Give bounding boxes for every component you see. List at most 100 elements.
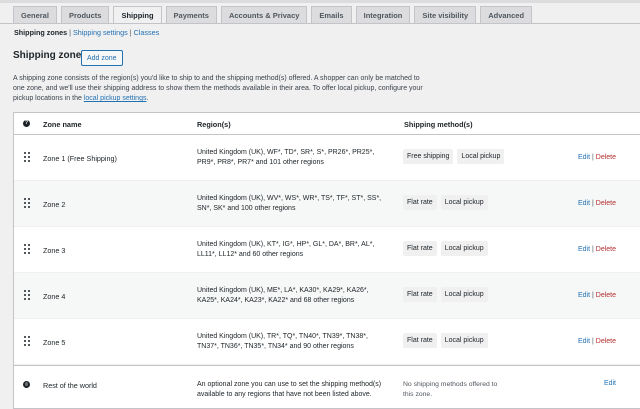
shipping-zones-description: A shipping zone consists of the region(s… <box>13 74 423 104</box>
no-methods-line: No shipping methods offered to <box>403 381 498 388</box>
edit-link[interactable]: Edit <box>578 154 590 161</box>
tab-advanced[interactable]: Advanced <box>480 6 533 23</box>
table-row: Zone 3 United Kingdom (UK), KT*, IG*, HP… <box>14 227 640 273</box>
settings-tabs: General Products Shipping Payments Accou… <box>13 6 536 24</box>
zone-methods: Free shipping Local pickup <box>403 149 505 164</box>
subnav-separator: | <box>129 28 132 37</box>
description-text: A shipping zone consists of the region(s… <box>13 75 423 102</box>
tab-general[interactable]: General <box>13 6 57 23</box>
drag-handle-icon[interactable] <box>24 336 30 346</box>
zone-name: Zone 3 <box>43 246 66 255</box>
zone-regions: United Kingdom (UK), KT*, IG*, HP*, GL*,… <box>197 240 387 260</box>
method-chip: Local pickup <box>440 241 488 256</box>
row-actions: Edit | Delete <box>578 200 616 207</box>
zone-regions: United Kingdom (UK), WV*, WS*, WR*, TS*,… <box>197 194 387 214</box>
method-chip: Free shipping <box>403 149 454 164</box>
actions-separator: | <box>591 292 594 299</box>
tab-payments[interactable]: Payments <box>165 6 217 23</box>
no-methods-line: this zone. <box>403 391 433 398</box>
method-chip: Local pickup <box>440 195 488 210</box>
zone-methods: Flat rate Local pickup <box>403 195 488 210</box>
table-row-rest-of-world: Rest of the world An optional zone you c… <box>14 365 640 409</box>
zone-methods: Flat rate Local pickup <box>403 287 488 302</box>
tab-divider <box>0 23 640 24</box>
regions-line: SN*, SK* and 100 other regions <box>197 205 296 212</box>
regions-line: TN37*, TN36*, TN35*, TN34* and 90 other … <box>197 343 354 350</box>
row-actions: Edit | Delete <box>578 338 616 345</box>
method-chip: Flat rate <box>403 333 437 348</box>
edit-link[interactable]: Edit <box>578 292 590 299</box>
row-actions: Edit | Delete <box>578 292 616 299</box>
table-header: ? Zone name Region(s) Shipping method(s) <box>14 113 640 135</box>
method-chip: Flat rate <box>403 241 437 256</box>
regions-line: United Kingdom (UK), KT*, IG*, HP*, GL*,… <box>197 241 375 248</box>
page-title: Shipping zones <box>13 50 87 61</box>
zone-name: Zone 5 <box>43 338 66 347</box>
header-shipping-methods: Shipping method(s) <box>404 120 473 129</box>
edit-link[interactable]: Edit <box>578 246 590 253</box>
regions-line: United Kingdom (UK), TR*, TQ*, TN40*, TN… <box>197 333 368 340</box>
local-pickup-settings-link[interactable]: local pickup settings <box>84 95 147 102</box>
zone-name: Zone 1 (Free Shipping) <box>43 154 117 163</box>
tab-emails[interactable]: Emails <box>311 6 352 23</box>
regions-line: United Kingdom (UK), ME*, LA*, KA30*, KA… <box>197 287 369 294</box>
regions-line: LL11*, LL12* and 60 other regions <box>197 251 304 258</box>
delete-link[interactable]: Delete <box>596 154 616 161</box>
actions-separator: | <box>591 200 594 207</box>
delete-link[interactable]: Delete <box>596 246 616 253</box>
tab-integration[interactable]: Integration <box>355 6 411 23</box>
no-methods-text: No shipping methods offered to this zone. <box>403 380 513 400</box>
drag-handle-icon[interactable] <box>24 198 30 208</box>
drag-handle-icon[interactable] <box>24 152 30 162</box>
subnav-separator: | <box>69 28 71 37</box>
globe-icon <box>23 381 30 388</box>
subnav-classes[interactable]: Classes <box>134 28 160 37</box>
actions-separator: | <box>591 246 594 253</box>
edit-link[interactable]: Edit <box>578 338 590 345</box>
zone-methods: Flat rate Local pickup <box>403 241 488 256</box>
subnav-shipping-settings[interactable]: Shipping settings <box>73 28 128 37</box>
regions-line: KA25*, KA24*, KA23*, KA22* and 68 other … <box>197 297 355 304</box>
edit-link[interactable]: Edit <box>578 200 590 207</box>
regions-line: An optional zone you can use to set the … <box>197 381 382 388</box>
delete-link[interactable]: Delete <box>596 338 616 345</box>
regions-line: PR9*, PR8*, PR7* and 101 other regions <box>197 159 324 166</box>
help-icon[interactable]: ? <box>23 120 30 127</box>
zone-regions: United Kingdom (UK), ME*, LA*, KA30*, KA… <box>197 286 387 306</box>
drag-handle-icon[interactable] <box>24 244 30 254</box>
tab-shipping[interactable]: Shipping <box>113 6 162 24</box>
zone-name: Zone 4 <box>43 292 66 301</box>
row-actions: Edit | Delete <box>578 154 616 161</box>
delete-link[interactable]: Delete <box>596 200 616 207</box>
zone-regions: United Kingdom (UK), TR*, TQ*, TN40*, TN… <box>197 332 387 352</box>
zone-methods: Flat rate Local pickup <box>403 333 488 348</box>
header-regions: Region(s) <box>197 120 231 129</box>
subnav-shipping-zones: Shipping zones <box>14 28 68 37</box>
table-row: Zone 4 United Kingdom (UK), ME*, LA*, KA… <box>14 273 640 319</box>
zone-regions: United Kingdom (UK), WF*, TD*, SR*, S*, … <box>197 148 387 168</box>
shipping-subnav: Shipping zones | Shipping settings | Cla… <box>14 28 159 37</box>
zone-name: Zone 2 <box>43 200 66 209</box>
row-actions: Edit <box>604 380 616 387</box>
method-chip: Local pickup <box>440 287 488 302</box>
regions-line: available to any regions that have not b… <box>197 391 372 398</box>
tab-products[interactable]: Products <box>60 6 110 23</box>
description-end: . <box>146 95 149 102</box>
add-zone-button[interactable]: Add zone <box>81 50 123 66</box>
method-chip: Local pickup <box>440 333 488 348</box>
actions-separator: | <box>591 154 594 161</box>
top-edge <box>0 0 640 3</box>
row-actions: Edit | Delete <box>578 246 616 253</box>
method-chip: Flat rate <box>403 287 437 302</box>
tab-site-visibility[interactable]: Site visibility <box>414 6 477 23</box>
shipping-zones-table: ? Zone name Region(s) Shipping method(s)… <box>13 112 640 409</box>
table-row: Zone 1 (Free Shipping) United Kingdom (U… <box>14 135 640 181</box>
regions-line: United Kingdom (UK), WF*, TD*, SR*, S*, … <box>197 149 375 156</box>
tab-accounts-privacy[interactable]: Accounts & Privacy <box>220 6 308 23</box>
delete-link[interactable]: Delete <box>596 292 616 299</box>
regions-line: United Kingdom (UK), WV*, WS*, WR*, TS*,… <box>197 195 382 202</box>
zone-regions: An optional zone you can use to set the … <box>197 380 387 400</box>
drag-handle-icon[interactable] <box>24 290 30 300</box>
table-row: Zone 5 United Kingdom (UK), TR*, TQ*, TN… <box>14 319 640 365</box>
edit-link[interactable]: Edit <box>604 380 616 387</box>
